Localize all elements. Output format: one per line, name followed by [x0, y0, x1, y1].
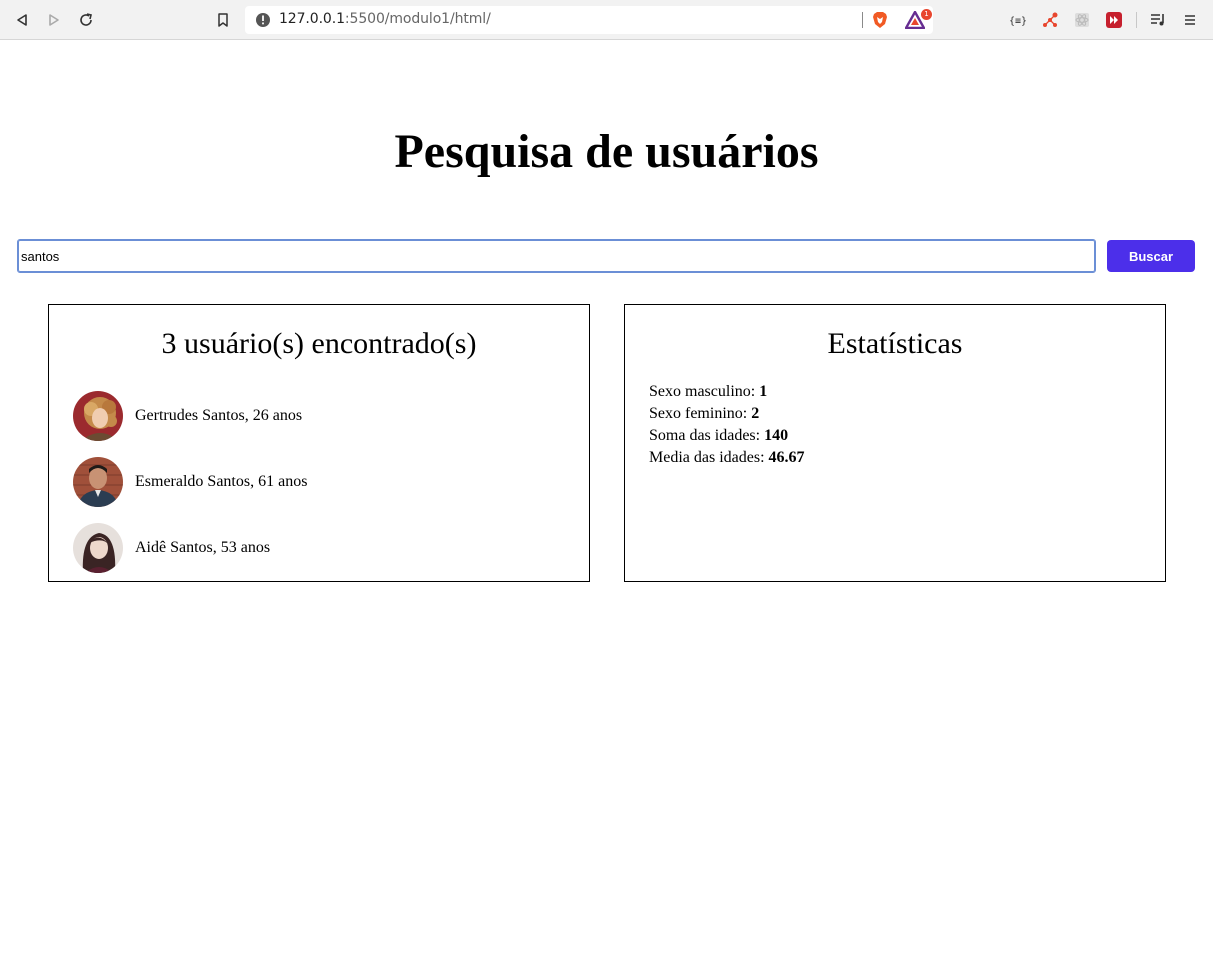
reload-icon[interactable] — [74, 8, 98, 32]
fast-forward-extension-icon[interactable] — [1102, 8, 1126, 32]
user-name-age: Aidê Santos, 53 anos — [135, 539, 271, 556]
stat-female-count: Sexo feminino: 2 — [649, 403, 805, 425]
avatar — [73, 523, 123, 573]
stat-label: Soma das idades: — [649, 427, 765, 444]
toolbar-divider — [1136, 12, 1137, 28]
results-panel: 3 usuário(s) encontrado(s) Gertrudes San… — [48, 304, 590, 582]
site-info-icon[interactable] — [255, 12, 271, 28]
search-button[interactable]: Buscar — [1107, 240, 1195, 272]
stat-value: 140 — [764, 427, 789, 444]
react-devtools-icon[interactable] — [1070, 8, 1094, 32]
stat-age-average: Media das idades: 46.67 — [649, 447, 805, 469]
list-item: Gertrudes Santos, 26 anos — [73, 391, 307, 441]
svg-text:{≡}: {≡} — [1009, 16, 1027, 26]
back-icon[interactable] — [10, 8, 34, 32]
stat-value: 1 — [759, 383, 768, 400]
search-input[interactable] — [17, 239, 1096, 273]
statistics-panel: Estatísticas Sexo masculino: 1 Sexo femi… — [624, 304, 1166, 582]
statistics-list: Sexo masculino: 1 Sexo feminino: 2 Soma … — [649, 381, 805, 469]
bookmark-icon[interactable] — [211, 8, 235, 32]
stat-label: Sexo masculino: — [649, 383, 760, 400]
list-item: Esmeraldo Santos, 61 anos — [73, 457, 307, 507]
address-bar[interactable]: 127.0.0.1:5500/modulo1/html/ 1 — [245, 6, 933, 34]
stat-male-count: Sexo masculino: 1 — [649, 381, 805, 403]
url-path: :5500/modulo1/html/ — [344, 11, 491, 27]
stat-label: Sexo feminino: — [649, 405, 752, 422]
url-host: 127.0.0.1 — [279, 11, 345, 27]
user-name-age: Esmeraldo Santos, 61 anos — [135, 473, 308, 490]
user-list: Gertrudes Santos, 26 anos Esmeraldo Sant… — [73, 391, 307, 589]
forward-icon[interactable] — [42, 8, 66, 32]
browser-toolbar: 127.0.0.1:5500/modulo1/html/ 1 {≡} — [0, 0, 1213, 40]
url-text: 127.0.0.1:5500/modulo1/html/ — [279, 11, 491, 27]
rewards-badge: 1 — [921, 9, 932, 20]
statistics-heading: Estatísticas — [827, 327, 963, 360]
menu-icon[interactable] — [1178, 8, 1202, 32]
stat-label: Media das idades: — [649, 449, 769, 466]
list-item: Aidê Santos, 53 anos — [73, 523, 307, 573]
avatar — [73, 457, 123, 507]
brave-shields-icon[interactable] — [871, 11, 889, 29]
json-viewer-extension-icon[interactable]: {≡} — [1006, 8, 1030, 32]
avatar — [73, 391, 123, 441]
user-name-age: Gertrudes Santos, 26 anos — [135, 407, 303, 424]
results-heading: 3 usuário(s) encontrado(s) — [161, 327, 477, 360]
network-extension-icon[interactable] — [1038, 8, 1062, 32]
playlist-icon[interactable] — [1146, 8, 1170, 32]
url-divider — [862, 12, 863, 28]
stat-age-sum: Soma das idades: 140 — [649, 425, 805, 447]
stat-value: 46.67 — [768, 449, 805, 466]
stat-value: 2 — [751, 405, 760, 422]
page-title: Pesquisa de usuários — [394, 125, 819, 178]
